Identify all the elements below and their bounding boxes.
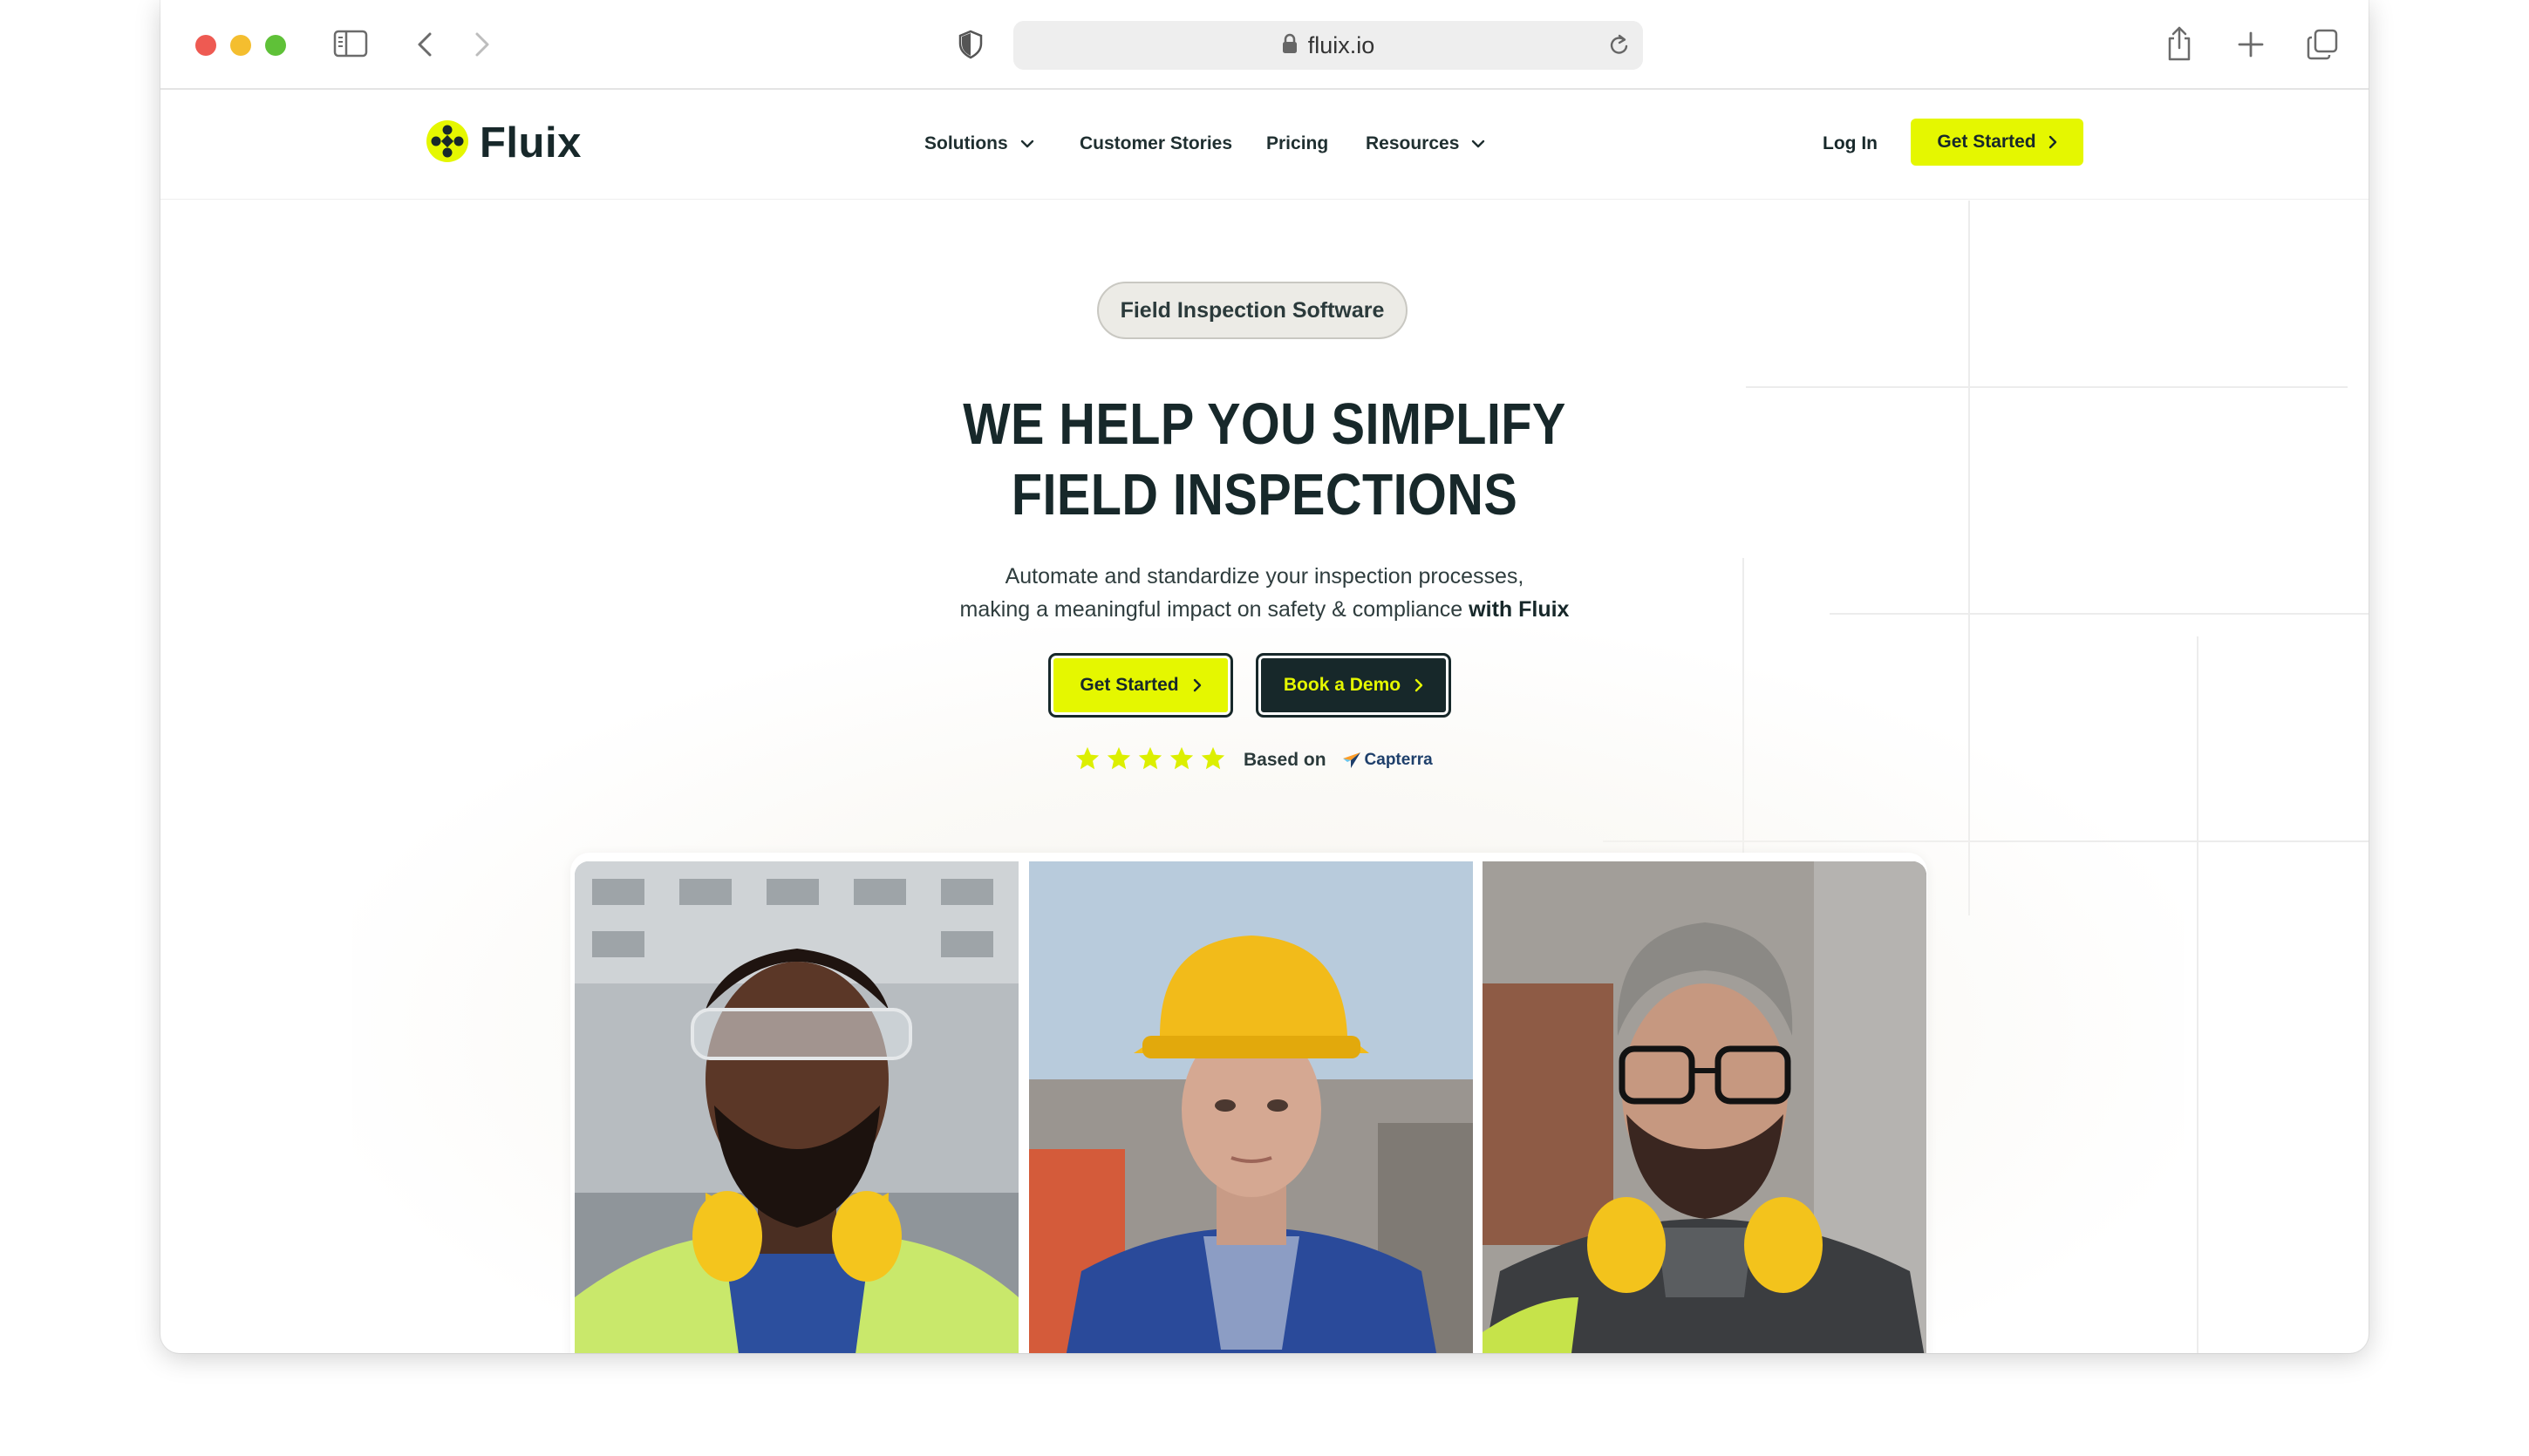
hero-subtext: Automate and standardize your inspection… [160,560,2369,626]
book-demo-button[interactable]: Book a Demo [1256,653,1451,718]
chevron-right-icon [1193,678,1201,692]
star-icon [1137,745,1163,776]
nav-resources[interactable]: Resources [1366,133,1485,154]
star-icon [1106,745,1132,776]
chevron-right-icon [2048,135,2056,149]
nav-solutions[interactable]: Solutions [924,133,1034,154]
nav-customer-stories-label: Customer Stories [1080,133,1233,153]
capterra-logo[interactable]: Capterra [1342,751,1433,770]
worker-photo-1 [575,861,1019,1353]
address-bar[interactable]: fluix.io [1013,21,1643,70]
sidebar-icon[interactable] [333,28,368,59]
close-window-button[interactable] [195,35,216,56]
browser-window: fluix.io Fluix Solutions Customer Storie… [160,0,2369,1353]
subtext-bold: with Fluix [1469,597,1570,622]
nav-solutions-label: Solutions [924,133,1008,153]
star-icon [1200,745,1226,776]
new-tab-icon[interactable] [2236,30,2266,59]
site-header: Fluix Solutions Customer Stories Pricing… [160,90,2369,200]
headline-line-2: FIELD INSPECTIONS [1011,462,1518,527]
nav-pricing-label: Pricing [1266,133,1329,153]
login-link[interactable]: Log In [1823,133,1878,154]
chevron-down-icon [1472,139,1485,148]
star-icon [1169,745,1195,776]
lock-icon [1282,33,1298,58]
subtext-line-2: making a meaningful impact on safety & c… [160,593,2369,626]
subtext-line-2-text: making a meaningful impact on safety & c… [959,597,1463,622]
nav-get-started-label: Get Started [1937,132,2036,152]
minimize-window-button[interactable] [230,35,251,56]
subtext-line-1: Automate and standardize your inspection… [1005,564,1524,589]
rating-based-on: Based on [1244,750,1326,770]
hero-get-started-button[interactable]: Get Started [1048,653,1233,718]
reload-icon[interactable] [1608,33,1631,62]
nav-pricing[interactable]: Pricing [1266,133,1328,154]
url-text: fluix.io [1307,31,1375,58]
fluix-logo[interactable]: Fluix [426,119,582,167]
decor-grid-line [1746,386,2348,388]
tabs-overview-icon[interactable] [2306,28,2339,61]
browser-toolbar: fluix.io [160,0,2369,90]
share-icon[interactable] [2164,24,2194,63]
hero-get-started-label: Get Started [1080,675,1179,695]
zoom-window-button[interactable] [265,35,286,56]
worker-photo-2 [1029,861,1473,1353]
chevron-right-icon [1414,678,1423,692]
category-badge: Field Inspection Software [1097,282,1408,339]
chevron-down-icon [1020,139,1033,148]
fluix-logo-icon [426,119,469,167]
nav-get-started-button[interactable]: Get Started [1911,119,2083,166]
star-icon [1074,745,1101,776]
headline-line-1: WE HELP YOU SIMPLIFY [963,391,1566,457]
back-icon[interactable] [413,30,436,59]
nav-resources-label: Resources [1366,133,1460,153]
nav-customer-stories[interactable]: Customer Stories [1080,133,1232,154]
capterra-arrow-icon [1342,752,1360,768]
rating-row: Based on Capterra [1074,745,1433,775]
decor-grid-line [2197,636,2198,1353]
worker-photo-3 [1483,861,1926,1353]
shield-icon[interactable] [956,28,985,61]
capterra-label: Capterra [1364,751,1433,769]
hero-headline: WE HELP YOU SIMPLIFY FIELD INSPECTIONS [315,389,2214,530]
logo-text: Fluix [480,119,582,167]
book-demo-label: Book a Demo [1283,675,1401,695]
forward-icon[interactable] [471,30,494,59]
